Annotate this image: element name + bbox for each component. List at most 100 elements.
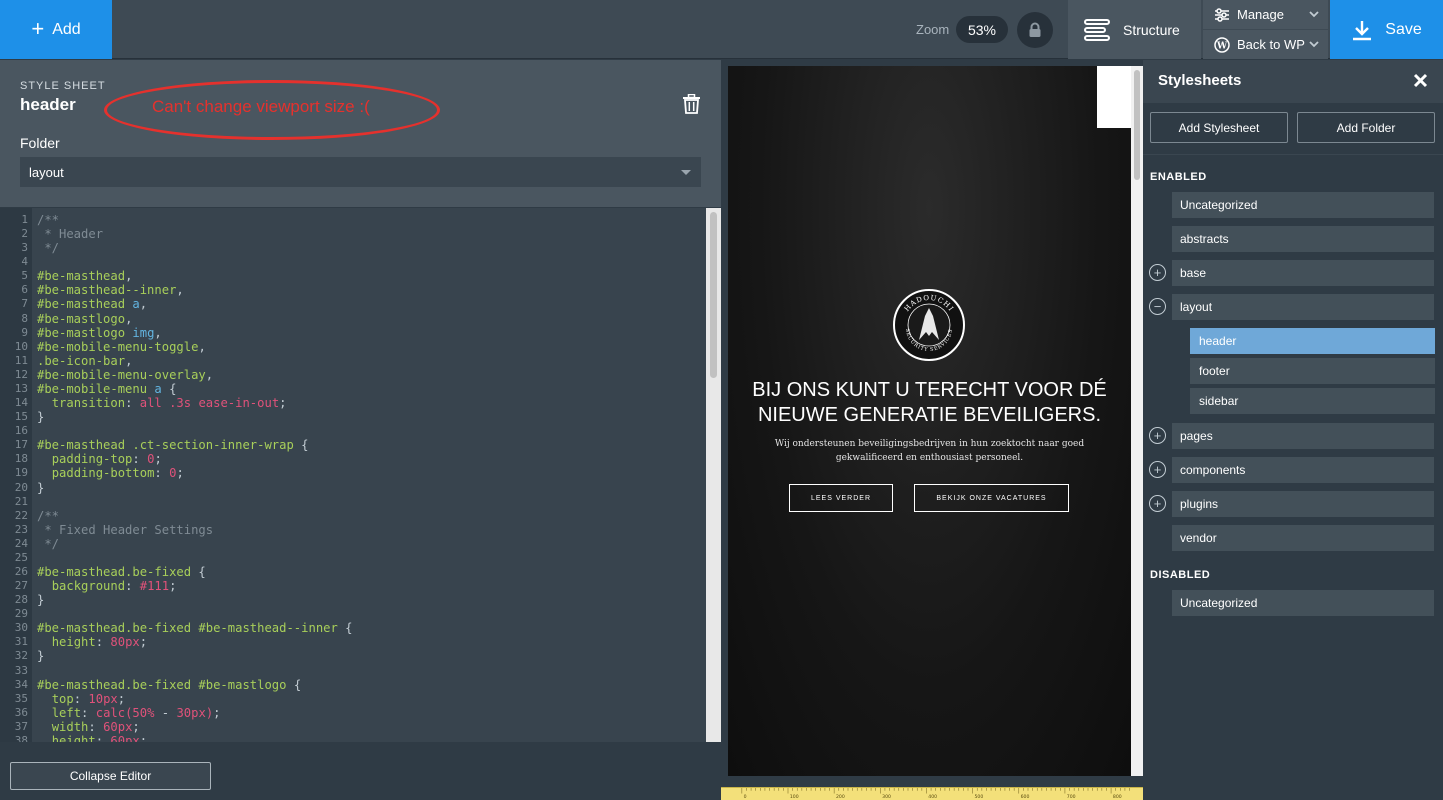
code-token: 50% (132, 705, 155, 720)
folder-label: Uncategorized (1180, 198, 1258, 212)
code-token: height (51, 635, 96, 650)
expand-icon[interactable]: + (1149, 461, 1166, 478)
collapse-editor-button[interactable]: Collapse Editor (10, 762, 211, 790)
code-token: : (154, 466, 170, 481)
line-number: 11 (14, 353, 28, 367)
code-token: ; (176, 466, 184, 481)
viewport-ruler[interactable]: 0 100 200 300 400 500 600 700 800 (721, 787, 1143, 800)
line-number: 10 (14, 339, 28, 353)
manage-button[interactable]: Manage (1203, 0, 1328, 29)
hero-title-line-1: BIJ ONS KUNT U TERECHT VOOR DÉ (752, 379, 1107, 401)
code-token: #be-mobile-menu-toggle (37, 339, 199, 354)
expand-icon[interactable]: + (1149, 264, 1166, 281)
collapse-icon[interactable]: − (1149, 298, 1166, 315)
zoom-value[interactable]: 53% (956, 16, 1008, 43)
line-number: 7 (21, 297, 28, 311)
expand-icon[interactable]: + (1149, 495, 1166, 512)
editor-footer: Collapse Editor (0, 742, 721, 800)
code-line: padding-top: 0; (37, 452, 162, 466)
code-token: #be-masthead.be-fixed (37, 565, 192, 579)
code-line: } (37, 410, 44, 424)
code-editor[interactable]: 1 2 3 4 5 6 7 8 9 10 11 12 13 14 15 16 17 18 19 20 21 22 23 24 2… (0, 208, 706, 742)
back-to-wp-label: Back to WP (1237, 37, 1305, 52)
manage-label: Manage (1237, 7, 1284, 22)
preview-viewport[interactable]: HADOUCHI SECURITY SERVICES BIJ ONS KUNT … (728, 66, 1131, 776)
stylesheet-header: STYLE SHEET header Can't change viewport… (0, 60, 721, 207)
code-line: #be-masthead .ct-section-inner-wrap { (37, 438, 309, 452)
expand-icon[interactable]: + (1149, 427, 1166, 444)
structure-button[interactable]: Structure (1068, 0, 1201, 59)
add-stylesheet-button[interactable]: Add Stylesheet (1150, 112, 1288, 143)
trash-icon[interactable] (682, 94, 701, 114)
code-token: 10px (88, 691, 118, 706)
add-button[interactable]: + Add (0, 0, 112, 59)
folder-vendor[interactable]: vendor (1172, 525, 1434, 551)
read-more-button[interactable]: LEES VERDER (789, 484, 893, 512)
folder-label: pages (1180, 429, 1213, 443)
folder-base[interactable]: base (1172, 260, 1434, 286)
line-number: 20 (14, 480, 28, 494)
folder-uncategorized[interactable]: Uncategorized (1172, 192, 1434, 218)
code-token: , (125, 311, 133, 326)
folder-label: components (1180, 463, 1246, 477)
line-number: 2 (21, 227, 28, 241)
preview-scrollbar-thumb[interactable] (1134, 70, 1140, 180)
close-icon[interactable] (1413, 73, 1428, 88)
folder-layout[interactable]: layout (1172, 294, 1434, 320)
folder-abstracts[interactable]: abstracts (1172, 226, 1434, 252)
structure-label: Structure (1123, 21, 1180, 38)
line-number: 38 (14, 733, 28, 742)
folder-pages[interactable]: pages (1172, 423, 1434, 449)
code-token: , (205, 367, 214, 382)
line-number: 34 (14, 677, 28, 691)
folder-plugins[interactable]: plugins (1172, 491, 1434, 517)
chevron-down-icon (1309, 41, 1319, 48)
stylesheets-panel-header: Stylesheets (1143, 60, 1443, 103)
line-number: 29 (14, 607, 28, 621)
line-number: 37 (14, 719, 28, 733)
code-token: #be-mastlogo (37, 325, 133, 340)
code-token: ; (139, 733, 148, 742)
back-to-wp-button[interactable]: W Back to WP (1203, 30, 1328, 59)
code-line: */ (37, 241, 59, 255)
code-token: ; (154, 452, 162, 467)
stylesheet-header[interactable]: header (1190, 328, 1435, 354)
code-token: top (51, 691, 74, 706)
ruler-label: 800 (1113, 794, 1122, 800)
lock-button[interactable] (1017, 12, 1053, 48)
line-number: 24 (14, 536, 28, 550)
folder-components[interactable]: components (1172, 457, 1434, 483)
line-number: 30 (14, 621, 28, 635)
code-token: - (154, 705, 177, 720)
code-line: top: 10px; (37, 692, 125, 706)
code-line: } (37, 593, 44, 607)
code-token: * Fixed Header Settings (37, 522, 214, 537)
stylesheet-sidebar[interactable]: sidebar (1190, 388, 1435, 414)
code-editor-scrollbar[interactable] (706, 208, 721, 742)
line-number: 25 (14, 550, 28, 564)
add-folder-button[interactable]: Add Folder (1297, 112, 1435, 143)
lock-icon (1029, 22, 1041, 37)
line-number: 23 (14, 522, 28, 536)
folder-select[interactable]: layout (20, 157, 701, 187)
view-vacancies-button[interactable]: BEKIJK ONZE VACATURES (914, 484, 1069, 512)
preview-scrollbar[interactable] (1131, 66, 1143, 776)
folder-label: vendor (1180, 531, 1217, 545)
zoom-label: Zoom (916, 22, 950, 37)
code-token: { (293, 438, 309, 453)
code-token: a (154, 381, 162, 396)
code-line: #be-masthead a, (37, 297, 147, 311)
stylesheet-name[interactable]: header (20, 95, 76, 115)
code-token: #be-masthead--inner (37, 283, 177, 298)
save-button[interactable]: Save (1330, 0, 1443, 59)
code-line: #be-masthead.be-fixed { (37, 565, 206, 579)
code-token: 60px (103, 719, 133, 734)
code-token: /** (37, 213, 60, 227)
ruler-label: 600 (1021, 794, 1030, 800)
disabled-folder-uncategorized[interactable]: Uncategorized (1172, 590, 1434, 616)
line-number: 36 (14, 705, 28, 719)
code-token: height (51, 733, 96, 742)
code-editor-scrollbar-thumb[interactable] (710, 212, 717, 378)
stylesheet-footer[interactable]: footer (1190, 358, 1435, 384)
